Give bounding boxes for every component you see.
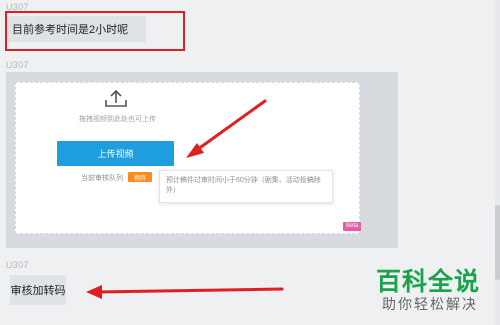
annotation-arrow: [192, 99, 267, 154]
watermark-title: 百科全说: [376, 267, 481, 296]
scrollbar-thumb[interactable]: [495, 205, 500, 280]
annotation-arrowhead: [86, 285, 102, 299]
watermark-subtitle: 助你轻松解决: [382, 297, 478, 313]
annotation-arrow: [96, 287, 284, 294]
